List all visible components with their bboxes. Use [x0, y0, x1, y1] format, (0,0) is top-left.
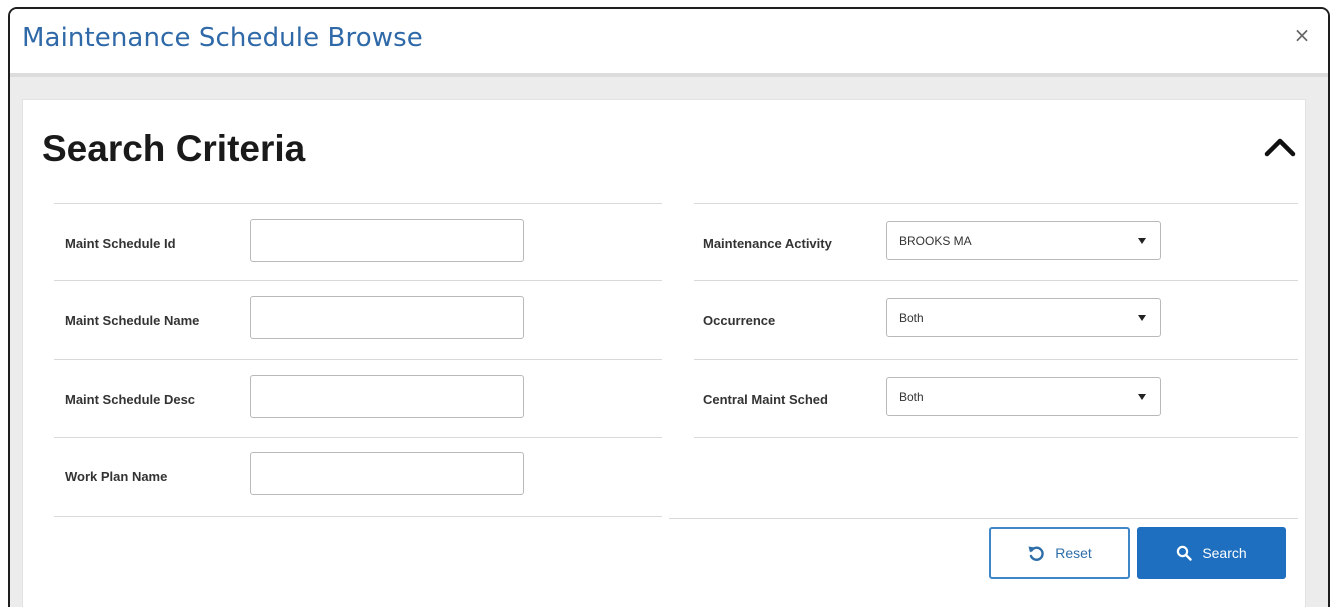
row-divider [669, 518, 1298, 519]
central-maint-sched-select[interactable]: Both [886, 377, 1161, 416]
occurrence-label: Occurrence [703, 313, 776, 328]
row-divider [694, 359, 1298, 360]
row-divider [54, 203, 662, 204]
reset-button[interactable]: Reset [989, 527, 1130, 579]
dropdown-arrow-icon [1138, 315, 1146, 321]
close-icon[interactable]: × [1292, 25, 1312, 45]
search-label: Search [1202, 545, 1247, 561]
row-divider [694, 437, 1298, 438]
panel-title: Search Criteria [42, 128, 306, 169]
occurrence-select[interactable]: Both [886, 298, 1161, 337]
maint-schedule-desc-label: Maint Schedule Desc [65, 392, 196, 407]
modal-header: Maintenance Schedule Browse × [10, 9, 1328, 73]
row-divider [54, 516, 662, 517]
maint-schedule-desc-input[interactable] [250, 375, 524, 418]
occurrence-value: Both [899, 311, 924, 325]
row-divider [54, 437, 662, 438]
search-criteria-panel: Search Criteria Maint Schedule Id Maint … [22, 99, 1306, 607]
maint-schedule-id-label: Maint Schedule Id [65, 236, 176, 251]
maintenance-activity-label: Maintenance Activity [703, 236, 832, 251]
central-maint-sched-value: Both [899, 390, 924, 404]
undo-icon [1028, 546, 1044, 561]
modal-window: Maintenance Schedule Browse × Search Cri… [8, 7, 1330, 607]
maintenance-activity-value: BROOKS MA [899, 234, 972, 248]
modal-body: Search Criteria Maint Schedule Id Maint … [10, 77, 1328, 607]
modal-title: Maintenance Schedule Browse [22, 23, 423, 53]
maint-schedule-name-label: Maint Schedule Name [65, 313, 200, 328]
chevron-up-icon[interactable] [1263, 136, 1297, 158]
work-plan-name-label: Work Plan Name [65, 469, 168, 484]
central-maint-sched-label: Central Maint Sched [703, 392, 828, 407]
dropdown-arrow-icon [1138, 238, 1146, 244]
search-button[interactable]: Search [1137, 527, 1286, 579]
search-icon [1177, 545, 1193, 561]
work-plan-name-input[interactable] [250, 452, 524, 495]
dropdown-arrow-icon [1138, 394, 1146, 400]
reset-label: Reset [1055, 545, 1092, 561]
row-divider [54, 359, 662, 360]
row-divider [54, 280, 662, 281]
row-divider [694, 203, 1298, 204]
maintenance-activity-select[interactable]: BROOKS MA [886, 221, 1161, 260]
row-divider [694, 280, 1298, 281]
maint-schedule-name-input[interactable] [250, 296, 524, 339]
maint-schedule-id-input[interactable] [250, 219, 524, 262]
